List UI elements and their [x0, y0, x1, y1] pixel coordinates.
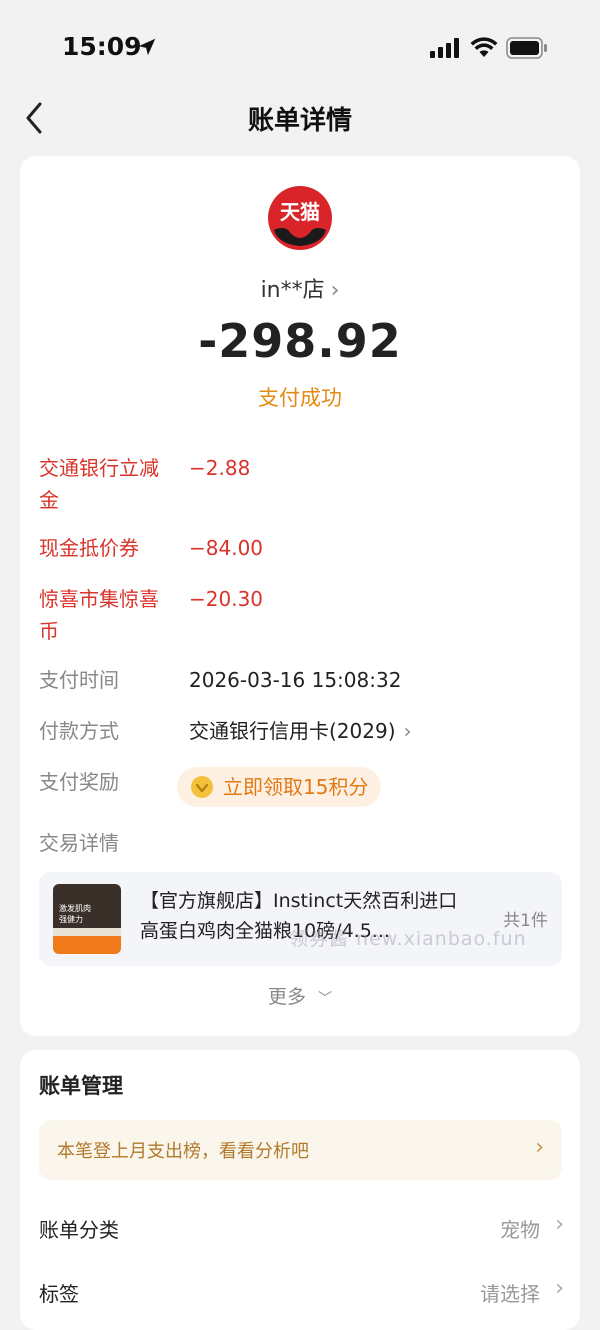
product-image-caption: 强健力 [59, 915, 83, 924]
chevron-down-icon: ﹀ [318, 991, 333, 1007]
tmall-logo-icon: 天猫 [268, 186, 332, 250]
pay-time-label: 支付时间 [39, 668, 119, 692]
product-thumbnail: 激发肌肉 强健力 [53, 884, 121, 954]
category-label: 账单分类 [39, 1218, 119, 1242]
category-value: 宠物 [500, 1218, 540, 1242]
chevron-right-icon: › [555, 1276, 564, 1301]
claim-points-label: 立即领取15积分 [223, 775, 369, 799]
page-title: 账单详情 [247, 106, 352, 136]
product-item[interactable]: 激发肌肉 强健力 【官方旗舰店】Instinct天然百利进口高蛋白鸡肉全猫粮10… [39, 872, 562, 966]
insight-text: 本笔登上月支出榜，看看分析吧 [57, 1141, 309, 1162]
logo-lettering: 天猫 [280, 200, 320, 224]
nav-bar: 账单详情 [0, 90, 600, 146]
tag-value: 请选择 [480, 1282, 540, 1306]
watermark-text: 领券酱 new.xianbao.fun [289, 928, 527, 950]
location-arrow-icon [138, 38, 156, 56]
wifi-icon [470, 37, 498, 57]
battery-icon [506, 37, 547, 59]
merchant-link[interactable]: in**店 › [20, 272, 580, 304]
discount-value: −2.88 [189, 456, 251, 480]
cellular-signal-icon [430, 38, 459, 58]
chevron-right-icon: › [555, 1212, 564, 1237]
product-image-caption: 激发肌肉 [59, 904, 91, 913]
trade-detail-label: 交易详情 [39, 831, 119, 855]
tag-label: 标签 [39, 1282, 79, 1306]
pay-time-value: 2026-03-16 15:08:32 [189, 668, 402, 692]
status-bar: 15:09 [0, 0, 600, 96]
status-time: 15:09 [62, 32, 142, 61]
bill-detail-card: 天猫 in**店 › -298.92 支付成功 交通银行立减金 −2.88 现金抵… [20, 156, 580, 1036]
chevron-right-icon: › [535, 1135, 544, 1160]
discount-value: −20.30 [189, 587, 264, 611]
discount-row: 交通银行立减金 −2.88 [39, 452, 564, 516]
merchant-name: in**店 [260, 278, 325, 303]
more-label: 更多 [267, 986, 306, 1008]
claim-points-button[interactable]: 立即领取15积分 [177, 767, 381, 807]
discount-value: −84.00 [189, 536, 264, 560]
reward-label: 支付奖励 [39, 770, 119, 794]
chevron-right-icon: › [330, 278, 340, 303]
discount-label: 交通银行立减金 [39, 456, 159, 512]
pay-method-value: 交通银行信用卡(2029) [189, 719, 396, 743]
payment-amount: -298.92 [198, 314, 402, 368]
spending-insight-banner[interactable]: 本笔登上月支出榜，看看分析吧 › [39, 1120, 562, 1180]
discount-label: 惊喜市集惊喜币 [39, 587, 159, 643]
bill-management-card: 账单管理 本笔登上月支出榜，看看分析吧 › 账单分类 宠物 › 标签 请选择 › [20, 1050, 580, 1330]
chevron-right-icon: › [403, 719, 412, 743]
discount-label: 现金抵价券 [39, 536, 139, 560]
more-button[interactable]: 更多 ﹀ [20, 982, 580, 1009]
points-coin-icon [191, 776, 213, 798]
pay-method-label: 付款方式 [39, 719, 119, 743]
payment-status: 支付成功 [258, 386, 342, 410]
bill-management-title: 账单管理 [39, 1074, 123, 1098]
